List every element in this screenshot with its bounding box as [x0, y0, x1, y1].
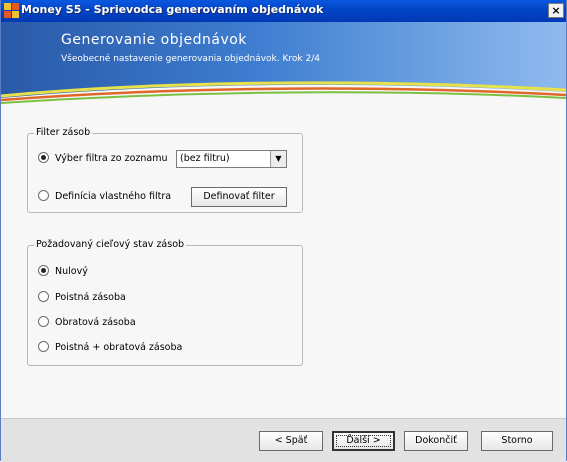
radio-indicator[interactable] — [38, 291, 49, 302]
cancel-button[interactable]: Storno — [481, 431, 553, 451]
window-title: Money S5 - Sprievodca generovaním objedn… — [21, 3, 324, 16]
finish-button[interactable]: Dokončiť — [404, 431, 468, 451]
money-app-icon — [4, 3, 19, 18]
wizard-banner: Generovanie objednávok Všeobecné nastave… — [1, 22, 566, 112]
radio-indicator[interactable] — [38, 265, 49, 276]
filter-select-value: (bez filtru) — [180, 153, 230, 164]
banner-swoosh-decoration — [1, 81, 566, 112]
radio-target-safety-stock[interactable]: Poistná zásoba — [38, 291, 126, 303]
radio-filter-from-list-label: Výber filtra zo zoznamu — [55, 153, 168, 164]
radio-target-safety-plus-turnover-label: Poistná + obratová zásoba — [55, 342, 183, 353]
radio-filter-from-list[interactable]: Výber filtra zo zoznamu — [38, 152, 167, 164]
radio-indicator[interactable] — [38, 152, 49, 163]
radio-custom-filter-label: Definícia vlastného filtra — [55, 191, 172, 202]
back-button[interactable]: < Späť — [259, 431, 323, 451]
radio-indicator[interactable] — [38, 190, 49, 201]
radio-custom-filter[interactable]: Definícia vlastného filtra — [38, 190, 171, 202]
filter-select[interactable]: (bez filtru) ▼ — [176, 150, 287, 168]
banner-title: Generovanie objednávok — [61, 32, 247, 48]
define-filter-button[interactable]: Definovať filter — [191, 187, 287, 207]
radio-indicator[interactable] — [38, 316, 49, 327]
close-icon: × — [551, 4, 561, 17]
filter-groupbox: Filter zásob Výber filtra zo zoznamu (be… — [27, 127, 303, 213]
radio-target-turnover-stock[interactable]: Obratová zásoba — [38, 316, 136, 328]
radio-target-safety-stock-label: Poistná zásoba — [55, 292, 126, 303]
wizard-window: Money S5 - Sprievodca generovaním objedn… — [0, 0, 567, 462]
filter-group-legend: Filter zásob — [34, 127, 93, 138]
radio-indicator[interactable] — [38, 341, 49, 352]
wizard-footer: < Späť Ďalší > Dokončiť Storno — [1, 418, 566, 462]
radio-target-zero[interactable]: Nulový — [38, 265, 88, 277]
banner-subtitle: Všeobecné nastavenie generovania objedná… — [61, 54, 320, 64]
focus-ring — [336, 435, 391, 447]
close-button[interactable]: × — [548, 3, 564, 18]
target-stock-group-legend: Požadovaný cieľový stav zásob — [34, 239, 187, 250]
dropdown-arrow-icon[interactable]: ▼ — [270, 151, 286, 167]
radio-target-safety-plus-turnover[interactable]: Poistná + obratová zásoba — [38, 341, 182, 353]
title-bar[interactable]: Money S5 - Sprievodca generovaním objedn… — [1, 0, 566, 22]
next-button[interactable]: Ďalší > — [332, 431, 395, 451]
target-stock-groupbox: Požadovaný cieľový stav zásob Nulový Poi… — [27, 239, 303, 366]
radio-target-zero-label: Nulový — [55, 266, 88, 277]
radio-target-turnover-stock-label: Obratová zásoba — [55, 317, 136, 328]
